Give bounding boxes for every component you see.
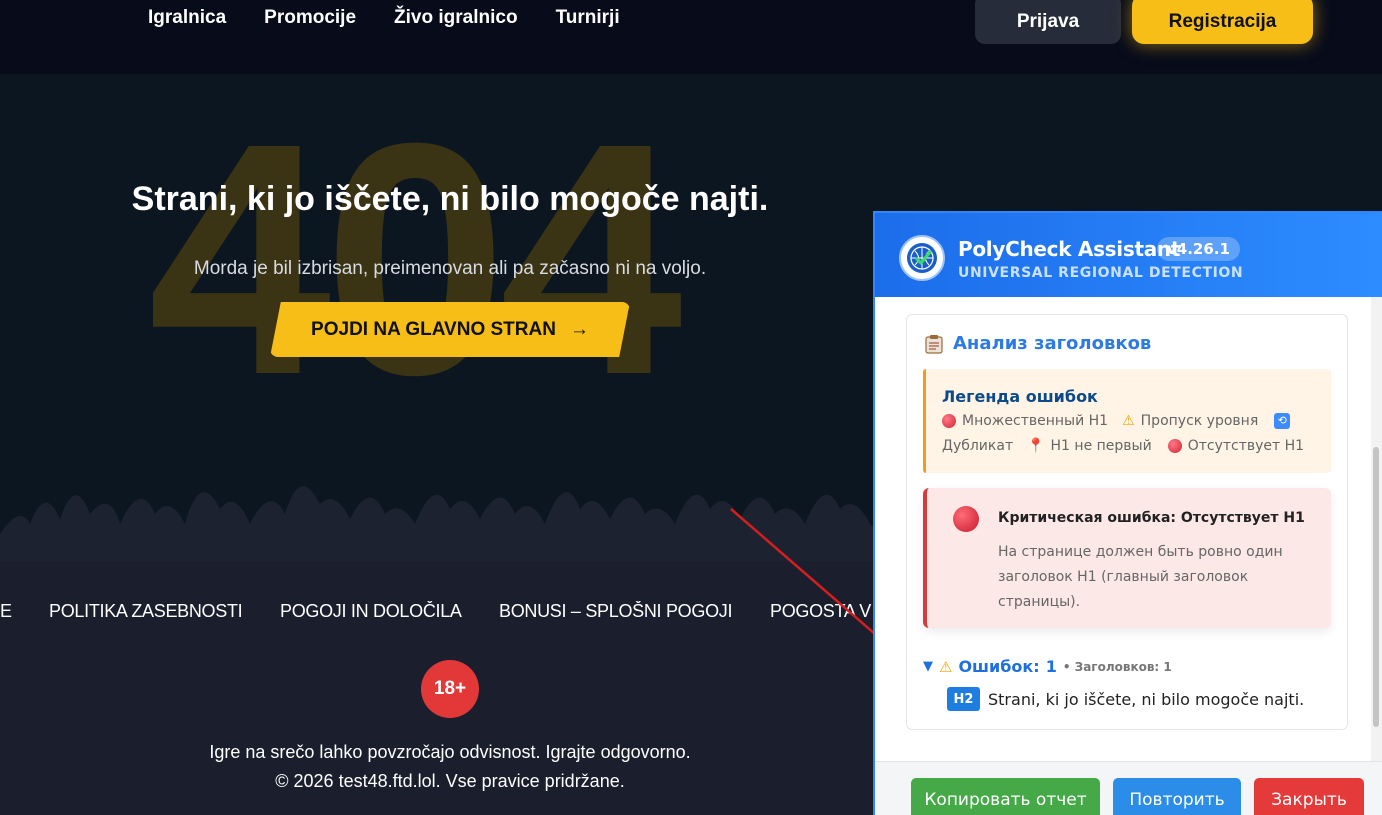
nav-link-promocije[interactable]: Promocije bbox=[264, 7, 356, 29]
panel-footer: Копировать отчет Повторить Закрыть bbox=[875, 761, 1382, 815]
register-button[interactable]: Registracija bbox=[1132, 0, 1313, 44]
legend-duplicate: Дубликат bbox=[942, 438, 1014, 454]
main-nav: Igralnica Promocije Živo igralnico Turni… bbox=[148, 7, 620, 29]
footer-link-terms[interactable]: POGOJI IN DOLOČILA bbox=[280, 601, 462, 622]
error-legend: Легенда ошибок Множественный H1 ⚠ Пропус… bbox=[923, 369, 1331, 473]
arrow-right-icon: → bbox=[569, 318, 589, 340]
login-button[interactable]: Prijava bbox=[975, 0, 1121, 44]
footer-link-privacy[interactable]: POLITIKA ZASEBNOSTI bbox=[49, 601, 243, 622]
legend-title: Легенда ошибок bbox=[942, 387, 1098, 406]
errors-summary[interactable]: ▼ ⚠ Ошибок: 1 • Заголовков: 1 bbox=[923, 657, 1172, 676]
red-circle-icon bbox=[1167, 439, 1182, 453]
scrollbar-thumb[interactable] bbox=[1373, 447, 1379, 727]
version-badge: v4.26.1 bbox=[1157, 237, 1240, 261]
footer-link-partial[interactable]: E bbox=[0, 601, 12, 622]
page-title: Strani, ki jo iščete, ni bilo mogoče naj… bbox=[131, 180, 769, 218]
legend-row-2: Дубликат 📍 H1 не первый Отсутствует H1 bbox=[942, 438, 1304, 454]
red-circle-icon bbox=[953, 506, 979, 532]
critical-error-box: Критическая ошибка: Отсутствует H1 На ст… bbox=[923, 488, 1331, 628]
panel-header: PolyCheck Assistant v4.26.1 UNIVERSAL RE… bbox=[875, 213, 1382, 297]
section-title-label: Анализ заголовков bbox=[953, 333, 1152, 354]
footer-link-faq[interactable]: POGOSTA V bbox=[770, 601, 871, 622]
responsible-gaming-note: Igre na srečo lahko povzročajo odvisnost… bbox=[209, 742, 691, 762]
section-title: Анализ заголовков bbox=[925, 333, 1151, 354]
legend-level-skip: Пропуск уровня bbox=[1140, 413, 1259, 429]
go-home-button[interactable]: POJDI NA GLAVNO STRAN → bbox=[270, 302, 630, 357]
copy-report-button[interactable]: Копировать отчет bbox=[911, 778, 1100, 815]
clipboard-icon bbox=[925, 334, 943, 354]
nav-link-zivo-igralnico[interactable]: Živo igralnico bbox=[394, 7, 518, 29]
go-home-label: POJDI NA GLAVNO STRAN bbox=[311, 318, 556, 340]
errors-count: 1 bbox=[1045, 657, 1057, 676]
heading-text: Strani, ki jo iščete, ni bilo mogoče naj… bbox=[988, 689, 1305, 709]
legend-h1-not-first: H1 не первый bbox=[1050, 438, 1152, 454]
caret-down-icon[interactable]: ▼ bbox=[923, 659, 933, 674]
nav-link-turnirji[interactable]: Turnirji bbox=[556, 7, 620, 29]
nav-link-igralnica[interactable]: Igralnica bbox=[148, 7, 226, 29]
footer-links: E POLITIKA ZASEBNOSTI POGOJI IN DOLOČILA… bbox=[0, 601, 880, 625]
red-circle-icon bbox=[942, 414, 956, 428]
errors-label: Ошибок: bbox=[958, 657, 1040, 676]
headings-count: • Заголовков: 1 bbox=[1062, 659, 1172, 674]
copyright: © 2026 test48.ftd.lol. Vse pravice pridr… bbox=[275, 771, 625, 791]
legend-missing-h1: Отсутствует H1 bbox=[1187, 438, 1305, 454]
error-title: Критическая ошибка: Отсутствует H1 bbox=[998, 510, 1305, 526]
polycheck-panel: PolyCheck Assistant v4.26.1 UNIVERSAL RE… bbox=[873, 211, 1382, 815]
retry-button[interactable]: Повторить bbox=[1113, 778, 1241, 815]
page-subtitle: Morda je bil izbrisan, preimenovan ali p… bbox=[193, 258, 707, 279]
age-restriction-badge: 18+ bbox=[421, 660, 479, 718]
headings-analysis-card: Анализ заголовков Легенда ошибок Множест… bbox=[906, 314, 1348, 730]
heading-level-badge: H2 bbox=[947, 687, 980, 711]
close-button[interactable]: Закрыть bbox=[1254, 778, 1364, 815]
repeat-icon: ⟲ bbox=[1274, 413, 1291, 429]
footer-link-bonus-terms[interactable]: BONUSI – SPLOŠNI POGOJI bbox=[499, 601, 732, 622]
polycheck-logo-icon bbox=[899, 235, 945, 281]
error-description: На странице должен быть ровно один загол… bbox=[998, 544, 1283, 610]
site-header: Igralnica Promocije Živo igralnico Turni… bbox=[0, 0, 1382, 74]
panel-title: PolyCheck Assistant bbox=[958, 237, 1181, 261]
legend-row-1: Множественный H1 ⚠ Пропуск уровня ⟲ bbox=[942, 413, 1291, 429]
panel-scrollbar[interactable] bbox=[1371, 297, 1382, 761]
legend-multiple-h1: Множественный H1 bbox=[962, 413, 1109, 429]
warning-icon: ⚠ bbox=[1122, 413, 1135, 429]
panel-subtitle: UNIVERSAL REGIONAL DETECTION bbox=[958, 265, 1244, 281]
warning-icon: ⚠ bbox=[939, 657, 953, 676]
heading-item[interactable]: H2 Strani, ki jo iščete, ni bilo mogoče … bbox=[947, 687, 1304, 711]
flames-decoration bbox=[0, 486, 880, 564]
pin-icon: 📍 bbox=[1027, 438, 1045, 454]
